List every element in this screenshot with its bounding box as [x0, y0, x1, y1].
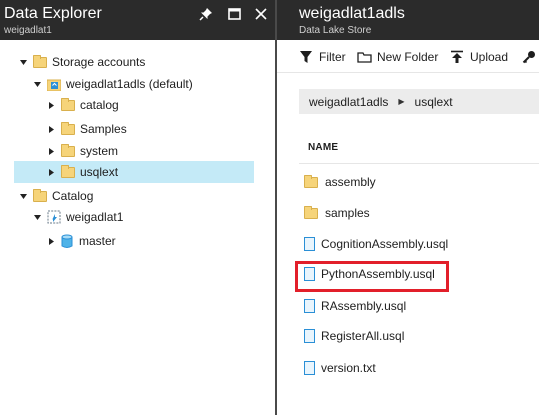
- new-folder-label: New Folder: [377, 50, 439, 64]
- tree-item-master-db[interactable]: master: [46, 230, 116, 252]
- close-icon[interactable]: [253, 6, 269, 22]
- maximize-icon[interactable]: [226, 6, 242, 22]
- data-lake-store-blade: weigadlat1adls Data Lake Store Filter Ne…: [277, 0, 539, 415]
- tree-label: catalog: [80, 98, 119, 112]
- upload-button[interactable]: Upload: [450, 49, 508, 65]
- upload-label: Upload: [470, 50, 509, 64]
- chevron-right-icon[interactable]: [46, 100, 56, 110]
- folder-icon: [33, 54, 47, 68]
- key-icon: [522, 50, 536, 64]
- folder-icon: [61, 164, 75, 178]
- chevron-down-icon[interactable]: [18, 191, 28, 201]
- tree-label: Samples: [80, 122, 127, 136]
- tree-label: weigadlat1: [66, 210, 124, 224]
- item-name: RAssembly.usql: [321, 299, 407, 313]
- breadcrumb-item-account[interactable]: weigadlat1adls: [309, 95, 388, 109]
- tree-item-samples-folder[interactable]: Samples: [46, 118, 127, 140]
- data-explorer-header: Data Explorer weigadlat1: [0, 0, 276, 40]
- file-icon: [304, 267, 315, 281]
- list-item-cognition-assembly[interactable]: CognitionAssembly.usql: [304, 234, 448, 254]
- list-item-python-assembly[interactable]: PythonAssembly.usql: [304, 264, 435, 284]
- item-name: assembly: [325, 175, 376, 189]
- tree-item-storage-accounts[interactable]: Storage accounts: [18, 51, 145, 73]
- filter-icon: [299, 50, 313, 64]
- file-icon: [304, 329, 315, 343]
- chevron-right-icon[interactable]: [46, 146, 56, 156]
- chevron-down-icon[interactable]: [32, 79, 42, 89]
- data-explorer-subtitle: weigadlat1: [4, 25, 52, 36]
- data-explorer-title: Data Explorer: [4, 5, 102, 22]
- file-icon: [304, 237, 315, 251]
- app-window: Data Explorer weigadlat1 Storage account…: [0, 0, 539, 415]
- folder-icon: [304, 174, 318, 188]
- blade-title: weigadlat1adls: [299, 5, 405, 22]
- list-item-version[interactable]: version.txt: [304, 358, 376, 378]
- tree-item-analytics-account[interactable]: weigadlat1: [32, 206, 123, 228]
- list-item-assembly[interactable]: assembly: [304, 172, 376, 192]
- filter-label: Filter: [319, 50, 346, 64]
- item-name: samples: [325, 206, 370, 220]
- toolbar-divider: [277, 72, 539, 73]
- upload-icon: [450, 50, 464, 64]
- tree-item-system-folder[interactable]: system: [46, 140, 118, 162]
- pin-icon[interactable]: [198, 6, 214, 22]
- file-icon: [304, 361, 315, 375]
- chevron-down-icon[interactable]: [32, 212, 42, 222]
- breadcrumb-item-folder[interactable]: usqlext: [415, 95, 453, 109]
- filter-button[interactable]: Filter: [299, 49, 346, 65]
- data-lake-analytics-icon: [47, 210, 61, 224]
- folder-icon: [61, 121, 75, 135]
- item-name: version.txt: [321, 361, 376, 375]
- item-name: CognitionAssembly.usql: [321, 237, 449, 251]
- new-folder-button[interactable]: New Folder: [357, 49, 438, 65]
- folder-icon: [61, 97, 75, 111]
- data-lake-store-icon: [46, 78, 62, 91]
- item-name: RegisterAll.usql: [321, 329, 405, 343]
- new-folder-icon: [357, 50, 373, 64]
- tree-label: system: [80, 144, 119, 158]
- breadcrumb-separator-icon: ▶: [398, 97, 405, 106]
- database-icon: [61, 234, 73, 249]
- chevron-right-icon[interactable]: [46, 236, 56, 246]
- data-explorer-panel: Data Explorer weigadlat1 Storage account…: [0, 0, 276, 415]
- list-item-samples[interactable]: samples: [304, 203, 370, 223]
- header-divider: [299, 163, 539, 164]
- blade-header: weigadlat1adls Data Lake Store: [277, 0, 539, 40]
- tree-label: weigadlat1adls (default): [66, 77, 193, 91]
- access-button[interactable]: [522, 49, 536, 65]
- tree-item-usqlext-folder[interactable]: usqlext: [14, 161, 254, 183]
- tree-item-account[interactable]: weigadlat1adls (default): [32, 73, 193, 95]
- chevron-right-icon[interactable]: [46, 167, 56, 177]
- tree-item-catalog[interactable]: Catalog: [18, 185, 93, 207]
- breadcrumb: weigadlat1adls ▶ usqlext: [299, 89, 539, 114]
- tree-label: Storage accounts: [52, 55, 146, 69]
- file-icon: [304, 299, 315, 313]
- tree-label: Catalog: [52, 189, 94, 203]
- chevron-down-icon[interactable]: [18, 57, 28, 67]
- blade-subtitle: Data Lake Store: [299, 25, 372, 36]
- name-column-header[interactable]: NAME: [308, 142, 338, 153]
- folder-icon: [33, 188, 47, 202]
- chevron-right-icon[interactable]: [46, 124, 56, 134]
- list-item-register-all[interactable]: RegisterAll.usql: [304, 326, 404, 346]
- tree-label: usqlext: [80, 165, 119, 179]
- tree-item-catalog-folder[interactable]: catalog: [46, 94, 119, 116]
- item-name: PythonAssembly.usql: [321, 267, 435, 281]
- folder-icon: [61, 143, 75, 157]
- tree-label: master: [79, 234, 116, 248]
- list-item-r-assembly[interactable]: RAssembly.usql: [304, 296, 406, 316]
- folder-icon: [304, 205, 318, 219]
